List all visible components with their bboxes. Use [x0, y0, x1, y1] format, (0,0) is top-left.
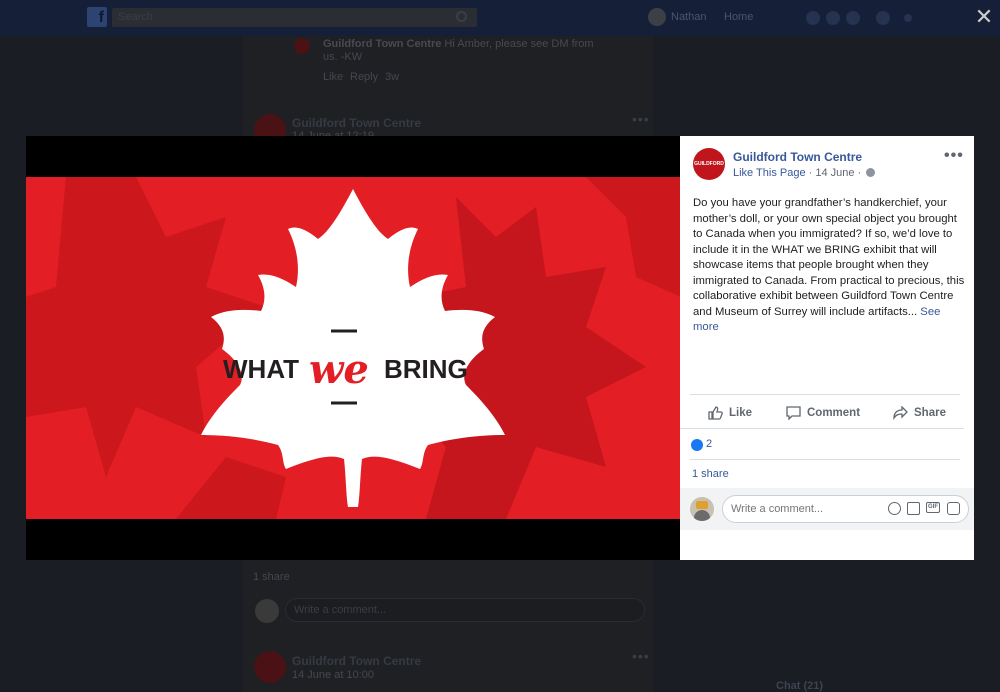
notifications-icon[interactable] — [846, 11, 860, 25]
post-author-name[interactable]: Guildford Town Centre — [292, 116, 421, 130]
search-icon[interactable] — [456, 11, 467, 22]
share-button[interactable]: Share — [893, 404, 946, 422]
share-icon — [893, 406, 908, 420]
globe-icon — [866, 168, 876, 177]
comment-input[interactable]: Write a comment... — [285, 598, 645, 622]
page-avatar-text: GUILDFORD — [694, 161, 724, 167]
shares-link[interactable]: 1 share — [692, 468, 729, 480]
emoji-icon[interactable] — [888, 502, 901, 515]
comment-author[interactable]: Guildford Town Centre — [323, 38, 441, 50]
user-name-link[interactable]: Nathan — [671, 11, 706, 23]
share-count[interactable]: 1 share — [253, 571, 290, 583]
friends-icon[interactable] — [806, 11, 820, 25]
post-details-panel: GUILDFORD Guildford Town Centre Like Thi… — [680, 136, 974, 560]
close-icon[interactable]: ✕ — [972, 4, 996, 30]
post-date-link[interactable]: 14 June — [815, 167, 854, 179]
post-author-name[interactable]: Guildford Town Centre — [292, 654, 421, 668]
divider — [690, 394, 960, 395]
photo-viewer[interactable]: WHAT we BRING — [26, 136, 681, 560]
top-navigation-bar: f Search Nathan Home — [0, 0, 1000, 36]
comment-author-avatar[interactable] — [294, 38, 310, 54]
meta-separator: · — [857, 167, 865, 179]
comment-like-link[interactable]: Like — [323, 71, 343, 83]
post-text: Do you have your grandfather’s handkerch… — [693, 196, 965, 336]
reaction-count[interactable]: 2 — [706, 438, 712, 450]
my-avatar — [690, 497, 714, 521]
facebook-logo-icon[interactable]: f — [87, 7, 107, 27]
divider — [690, 459, 960, 460]
comment-composer: GIF — [680, 488, 974, 530]
like-reaction-icon[interactable] — [691, 439, 703, 451]
more-options-icon[interactable]: ••• — [944, 147, 964, 165]
post-author-avatar[interactable] — [254, 651, 286, 683]
home-link[interactable]: Home — [724, 11, 753, 23]
user-avatar[interactable] — [648, 8, 666, 26]
search-bar[interactable]: Search — [112, 8, 477, 27]
like-label: Like — [729, 407, 753, 419]
post-options-icon[interactable]: ••• — [632, 111, 650, 127]
like-this-page-link[interactable]: Like This Page — [733, 167, 806, 179]
comment-placeholder: Write a comment... — [294, 604, 387, 616]
comment-label: Comment — [807, 407, 861, 419]
sticker-icon[interactable] — [947, 502, 960, 515]
comment-text-line-2: us. -KW — [323, 51, 363, 63]
comment-icon — [786, 406, 801, 420]
chevron-down-icon[interactable] — [904, 14, 912, 22]
like-button[interactable]: Like — [708, 404, 752, 422]
comment-reply-link[interactable]: Reply — [350, 71, 378, 83]
my-avatar — [255, 599, 279, 623]
what-we-bring-banner: WHAT we BRING — [26, 177, 681, 519]
comment-text: Guildford Town Centre Hi Amber, please s… — [323, 38, 594, 50]
share-label: Share — [914, 407, 946, 419]
thumbs-up-icon — [708, 406, 723, 420]
page-name-link[interactable]: Guildford Town Centre — [733, 150, 862, 164]
post-meta: Like This Page · 14 June · — [733, 167, 876, 179]
banner-word-bring: BRING — [384, 354, 468, 384]
banner-word-we: we — [309, 346, 369, 393]
search-placeholder: Search — [118, 11, 153, 23]
gif-icon[interactable]: GIF — [926, 502, 940, 513]
comment-text-line-1: Hi Amber, please see DM from — [444, 38, 594, 50]
help-icon[interactable] — [876, 11, 890, 25]
comment-button[interactable]: Comment — [786, 404, 860, 422]
comment-timestamp[interactable]: 3w — [385, 71, 399, 83]
post-options-icon[interactable]: ••• — [632, 648, 650, 664]
chat-bar[interactable]: Chat (21) — [776, 680, 823, 692]
messenger-icon[interactable] — [826, 11, 840, 25]
camera-icon[interactable] — [907, 502, 920, 515]
banner-word-what: WHAT — [223, 354, 299, 384]
post-timestamp[interactable]: 14 June at 10:00 — [292, 669, 374, 681]
divider — [680, 428, 964, 429]
post-body-text: Do you have your grandfather’s handkerch… — [693, 197, 965, 318]
page-avatar[interactable]: GUILDFORD — [693, 148, 725, 180]
